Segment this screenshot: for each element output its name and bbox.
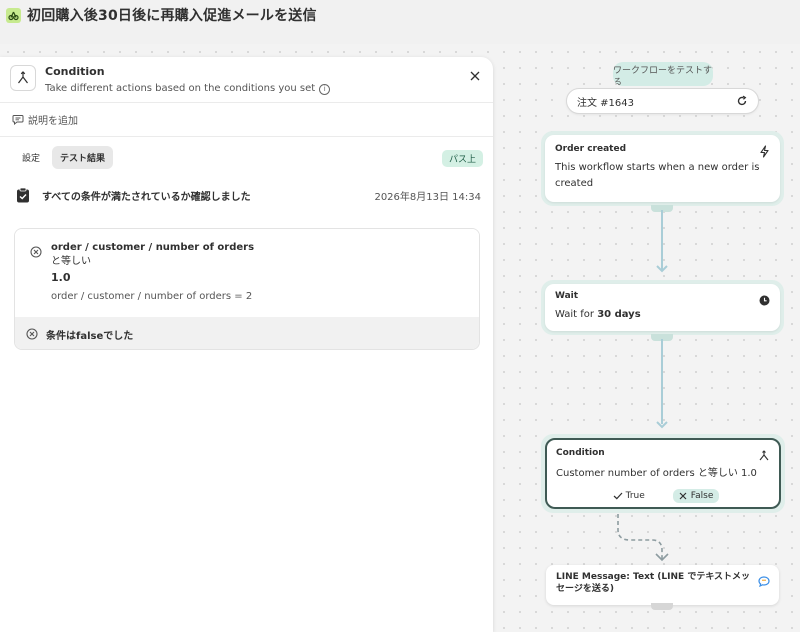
- refresh-icon[interactable]: [736, 92, 748, 111]
- panel-subtitle: Take different actions based on the cond…: [45, 82, 467, 96]
- node-body: Wait for 30 days: [555, 307, 770, 323]
- status-badge: パス上: [441, 150, 483, 167]
- order-selector[interactable]: 注文 #1643: [566, 88, 759, 114]
- x-circle-icon: [26, 328, 38, 343]
- flow-app-icon: [6, 7, 21, 23]
- close-icon[interactable]: [467, 68, 483, 84]
- node-order-created[interactable]: Order created This workflow starts when …: [541, 131, 784, 206]
- order-selector-value: 注文 #1643: [577, 97, 635, 109]
- node-body: Customer number of orders と等しい 1.0: [556, 468, 757, 479]
- condition-operator: と等しい: [51, 256, 91, 267]
- branch-icon: [758, 447, 770, 466]
- wait-prefix: Wait for: [555, 309, 598, 320]
- clock-icon: [759, 291, 770, 310]
- condition-panel: Condition Take different actions based o…: [0, 57, 493, 632]
- node-title: Order created: [555, 144, 627, 154]
- node-handle: [651, 603, 673, 610]
- connector-arrow: [656, 421, 668, 429]
- check-summary-row: すべての条件が満たされているか確認しました 2026年8月13日 14:34: [0, 177, 493, 213]
- outcome-false[interactable]: False: [672, 489, 720, 503]
- test-workflow-button[interactable]: ワークフローをテストする: [613, 62, 713, 86]
- panel-header: Condition Take different actions based o…: [0, 57, 493, 103]
- node-condition[interactable]: Condition Customer number of orders と等しい…: [545, 438, 781, 509]
- node-title: Condition: [556, 448, 605, 458]
- panel-title: Condition: [45, 65, 105, 78]
- test-workflow-label: ワークフローをテストする: [613, 66, 713, 86]
- tab-settings[interactable]: 設定: [14, 146, 48, 169]
- node-title: Wait: [555, 291, 579, 301]
- outcome-true[interactable]: True: [607, 489, 651, 503]
- node-body: This workflow starts when a new order is…: [555, 162, 760, 189]
- condition-actual-value: order / customer / number of orders = 2: [51, 291, 253, 302]
- x-icon: [679, 492, 687, 500]
- check-timestamp: 2026年8月13日 14:34: [374, 191, 481, 203]
- node-wait[interactable]: Wait Wait for 30 days: [541, 280, 784, 335]
- outcome-true-label: True: [625, 491, 645, 501]
- chat-bubble-icon: [758, 572, 770, 591]
- condition-field: order / customer / number of orders: [51, 242, 255, 253]
- connector-line: [661, 339, 663, 424]
- workflow-title[interactable]: 初回購入後30日後に再購入促進メールを送信: [27, 5, 317, 25]
- lightning-icon: [759, 143, 770, 162]
- condition-result-card: order / customer / number of orders と等しい…: [14, 228, 480, 350]
- comment-icon: [12, 114, 24, 125]
- connector-arrow: [656, 265, 668, 273]
- clipboard-check-icon: [14, 186, 32, 204]
- node-line-message[interactable]: LINE Message: Text (LINE でテキストメッセージを送る): [546, 565, 779, 605]
- condition-conclusion: 条件はfalseでした: [15, 317, 479, 349]
- tab-test-results[interactable]: テスト結果: [52, 145, 114, 169]
- condition-conclusion-text: 条件はfalseでした: [46, 330, 134, 342]
- check-icon: [613, 492, 623, 500]
- x-circle-icon: [30, 243, 42, 262]
- info-icon[interactable]: i: [319, 83, 331, 95]
- title-bar: 初回購入後30日後に再購入促進メールを送信: [0, 0, 800, 30]
- panel-subtitle-text: Take different actions based on the cond…: [45, 83, 316, 94]
- connector-line: [661, 210, 663, 270]
- add-description-button[interactable]: 説明を追加: [0, 103, 493, 137]
- branch-icon: [10, 65, 36, 91]
- dashed-connector: [617, 514, 669, 562]
- add-description-label: 説明を追加: [28, 116, 78, 127]
- condition-value: 1.0: [51, 271, 71, 284]
- outcome-false-label: False: [690, 491, 714, 501]
- node-title: LINE Message: Text (LINE でテキストメッセージを送る): [556, 572, 751, 594]
- check-title: すべての条件が満たされているか確認しました: [42, 191, 251, 203]
- panel-tabs: 設定 テスト結果 パス上: [0, 137, 493, 177]
- wait-duration: 30 days: [597, 309, 641, 320]
